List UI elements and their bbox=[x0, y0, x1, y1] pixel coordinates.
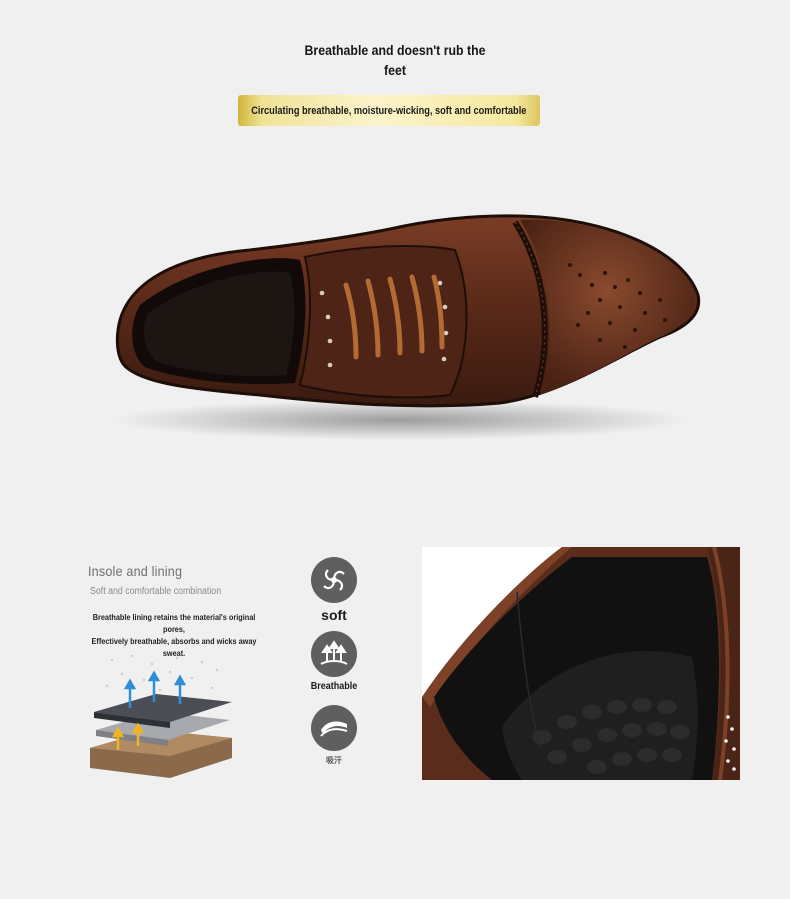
headline: Breathable and doesn't rub the feet bbox=[303, 40, 488, 80]
wave-icon bbox=[311, 705, 357, 751]
headline-line-2: feet bbox=[384, 62, 406, 78]
feature-soft-label: soft bbox=[321, 607, 347, 623]
feature-sweat-absorbing: 吸汗 bbox=[306, 705, 362, 766]
arrows-up-icon bbox=[311, 631, 357, 677]
feature-banner: Circulating breathable, moisture-wicking… bbox=[238, 95, 540, 126]
headline-line-1: Breathable and doesn't rub the bbox=[304, 42, 486, 58]
feature-soft: soft bbox=[306, 557, 362, 623]
brogue-shoe-image bbox=[110, 214, 701, 440]
insole-description-line-2: Effectively breathable, absorbs and wick… bbox=[91, 636, 257, 646]
insole-layers-illustration bbox=[90, 654, 232, 778]
feature-sweat-absorbing-label: 吸汗 bbox=[326, 756, 342, 765]
insole-closeup-image bbox=[422, 547, 740, 780]
insole-description-line-1: Breathable lining retains the material's… bbox=[92, 612, 256, 634]
feature-banner-text: Circulating breathable, moisture-wicking… bbox=[251, 104, 527, 117]
insole-title: Insole and lining bbox=[88, 563, 183, 579]
swirl-icon bbox=[311, 557, 357, 603]
insole-subtitle: Soft and comfortable combination bbox=[90, 586, 222, 597]
feature-breathable: Breathable bbox=[306, 631, 362, 692]
feature-breathable-label: Breathable bbox=[310, 681, 358, 692]
